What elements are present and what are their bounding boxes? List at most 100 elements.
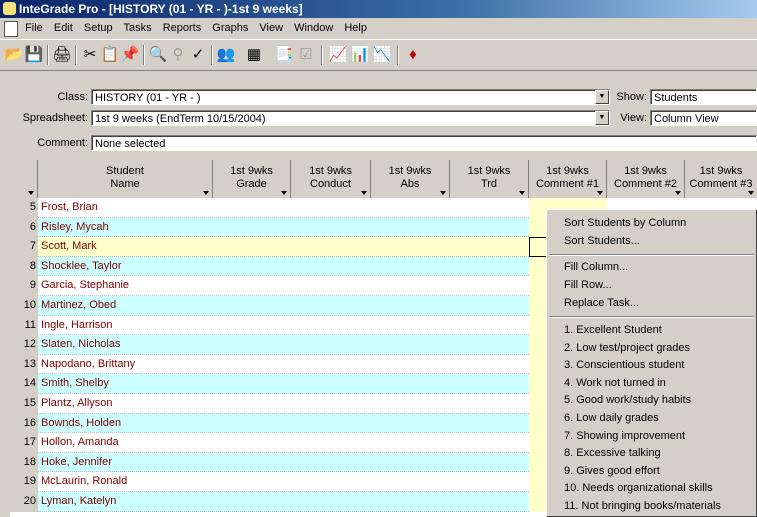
student-name-cell[interactable]: Scott, Mark xyxy=(40,237,201,257)
students-icon[interactable]: 👥 xyxy=(216,45,236,65)
student-name-cell[interactable]: Napodano, Brittany xyxy=(40,355,201,375)
toolbar-separator xyxy=(143,45,145,65)
menu-item-sort-students[interactable]: Sort Students... xyxy=(564,235,640,247)
menu-item-fill-row[interactable]: Fill Row... xyxy=(564,279,612,291)
class-label: Class: xyxy=(57,91,88,103)
column-header-student-name[interactable]: Student Name xyxy=(38,160,213,198)
title-bar: InteGrade Pro - [HISTORY (01 - YR - )-1s… xyxy=(0,0,757,18)
student-name-cell[interactable]: McLaurin, Ronald xyxy=(40,472,201,492)
menu-item-comment[interactable]: 5. Good work/study habits xyxy=(564,394,691,406)
line-graph-icon[interactable]: 📈 xyxy=(328,45,348,65)
student-name-cell[interactable]: Risley, Mycah xyxy=(40,218,201,238)
window-title: InteGrade Pro - [HISTORY (01 - YR - )-1s… xyxy=(19,2,303,16)
save-icon[interactable]: 💾 xyxy=(24,45,44,65)
student-name-cell[interactable]: Slaten, Nicholas xyxy=(40,335,201,355)
student-name-cell[interactable]: Smith, Shelby xyxy=(40,374,201,394)
spreadsheet-dropdown-button[interactable]: ▼ xyxy=(595,111,609,125)
spellcheck-icon[interactable]: ✓ xyxy=(188,45,208,65)
menu-file[interactable]: File xyxy=(25,22,43,34)
row-number[interactable]: 7 xyxy=(10,237,38,257)
student-name-cell[interactable]: Lyman, Katelyn xyxy=(40,492,201,512)
menu-item-replace-task[interactable]: Replace Task... xyxy=(564,297,639,309)
menu-item-comment[interactable]: 9. Gives good effort xyxy=(564,465,660,477)
document-icon[interactable] xyxy=(4,21,18,37)
menu-item-comment[interactable]: 7. Showing improvement xyxy=(564,430,685,442)
row-number[interactable]: 8 xyxy=(10,256,38,277)
row-number[interactable]: 18 xyxy=(10,452,38,473)
show-select[interactable]: Students xyxy=(650,89,757,105)
print-icon[interactable]: 🖨 xyxy=(52,45,72,65)
column-header-grade[interactable]: 1st 9wks Grade xyxy=(213,160,291,198)
row-number[interactable]: 19 xyxy=(10,472,38,492)
row-number[interactable]: 9 xyxy=(10,276,38,296)
menu-window[interactable]: Window xyxy=(294,22,333,34)
menu-item-comment[interactable]: 6. Low daily grades xyxy=(564,412,659,424)
menu-graphs[interactable]: Graphs xyxy=(212,22,248,34)
row-number[interactable]: 11 xyxy=(10,315,38,336)
cut-icon[interactable]: ✂ xyxy=(80,45,100,65)
menu-reports[interactable]: Reports xyxy=(163,22,202,34)
menu-tasks[interactable]: Tasks xyxy=(124,22,152,34)
row-number[interactable]: 16 xyxy=(10,413,38,434)
student-name-cell[interactable]: Bownds, Holden xyxy=(40,414,201,434)
clipboard-icon[interactable]: 📑 xyxy=(274,45,294,65)
menu-item-comment[interactable]: 11. Not bringing books/materials xyxy=(564,500,721,512)
comment-field[interactable]: None selected xyxy=(91,135,757,151)
column-header-abs[interactable]: 1st 9wks Abs xyxy=(371,160,450,198)
row-number[interactable]: 13 xyxy=(10,354,38,375)
column-header-conduct[interactable]: 1st 9wks Conduct xyxy=(291,160,371,198)
eraser-icon[interactable]: ♦ xyxy=(403,45,423,65)
student-name-cell[interactable]: Frost, Brian xyxy=(40,198,201,218)
column-header-trd[interactable]: 1st 9wks Trd xyxy=(450,160,529,198)
column-header-comment-3[interactable]: 1st 9wks Comment #3 xyxy=(685,160,757,198)
open-icon[interactable]: 📂 xyxy=(4,45,24,65)
student-name-cell[interactable]: Hoke, Jennifer xyxy=(40,453,201,473)
class-select[interactable]: HISTORY (01 - YR - ) xyxy=(91,89,610,105)
column-header-line2: Comment #1 xyxy=(536,178,599,190)
column-header-comment-1[interactable]: 1st 9wks Comment #1 xyxy=(529,160,607,198)
row-number[interactable]: 17 xyxy=(10,433,38,453)
menu-item-comment[interactable]: 1. Excellent Student xyxy=(564,324,662,336)
area-graph-icon[interactable]: 📉 xyxy=(372,45,392,65)
column-header-line2: Comment #3 xyxy=(689,178,753,190)
copy-icon[interactable]: 📋 xyxy=(100,45,120,65)
toolbar-separator xyxy=(75,45,77,65)
find-icon[interactable]: 🔍 xyxy=(148,45,168,65)
menu-item-comment[interactable]: 4. Work not turned in xyxy=(564,377,666,389)
view-select[interactable]: Column View xyxy=(650,110,757,126)
checklist-icon[interactable]: ☑ xyxy=(296,45,316,65)
class-dropdown-button[interactable]: ▼ xyxy=(595,90,609,104)
row-number[interactable]: 10 xyxy=(10,296,38,316)
student-name-cell[interactable]: Hollon, Amanda xyxy=(40,433,201,453)
student-name-cell[interactable]: Shocklee, Taylor xyxy=(40,257,201,277)
student-name-cell[interactable]: Plantz, Allyson xyxy=(40,394,201,414)
paste-icon[interactable]: 📌 xyxy=(120,45,140,65)
menu-item-fill-column[interactable]: Fill Column... xyxy=(564,261,628,273)
row-number[interactable]: 5 xyxy=(10,198,38,218)
menu-item-comment[interactable]: 10. Needs organizational skills xyxy=(564,482,713,494)
menu-help[interactable]: Help xyxy=(344,22,367,34)
menu-item-comment[interactable]: 3. Conscientious student xyxy=(564,359,684,371)
toolbar-separator xyxy=(321,45,323,65)
find-next-icon[interactable]: ⚲ xyxy=(168,45,188,65)
row-number[interactable]: 6 xyxy=(10,217,38,238)
grid-icon[interactable]: ▦ xyxy=(244,45,264,65)
row-number[interactable]: 12 xyxy=(10,335,38,355)
menu-item-comment[interactable]: 2. Low test/project grades xyxy=(564,342,690,354)
comment-label: Comment: xyxy=(37,137,88,149)
student-name-cell[interactable]: Garcia, Stephanie xyxy=(40,276,201,296)
menu-item-comment[interactable]: 8. Excessive talking xyxy=(564,447,661,459)
student-name-cell[interactable]: Ingle, Harrison xyxy=(40,316,201,336)
row-number[interactable]: 15 xyxy=(10,394,38,414)
student-name-cell[interactable]: Martinez, Obed xyxy=(40,296,201,316)
menu-edit[interactable]: Edit xyxy=(54,22,73,34)
row-number[interactable]: 14 xyxy=(10,374,38,394)
spreadsheet-select[interactable]: 1st 9 weeks (EndTerm 10/15/2004) xyxy=(91,110,610,126)
menu-view[interactable]: View xyxy=(259,22,283,34)
menu-setup[interactable]: Setup xyxy=(84,22,113,34)
spreadsheet-label: Spreadsheet: xyxy=(22,112,88,124)
column-header-comment-2[interactable]: 1st 9wks Comment #2 xyxy=(607,160,685,198)
row-number[interactable]: 20 xyxy=(10,492,38,512)
menu-item-sort-by-column[interactable]: Sort Students by Column xyxy=(564,217,686,229)
bar-graph-icon[interactable]: 📊 xyxy=(350,45,370,65)
